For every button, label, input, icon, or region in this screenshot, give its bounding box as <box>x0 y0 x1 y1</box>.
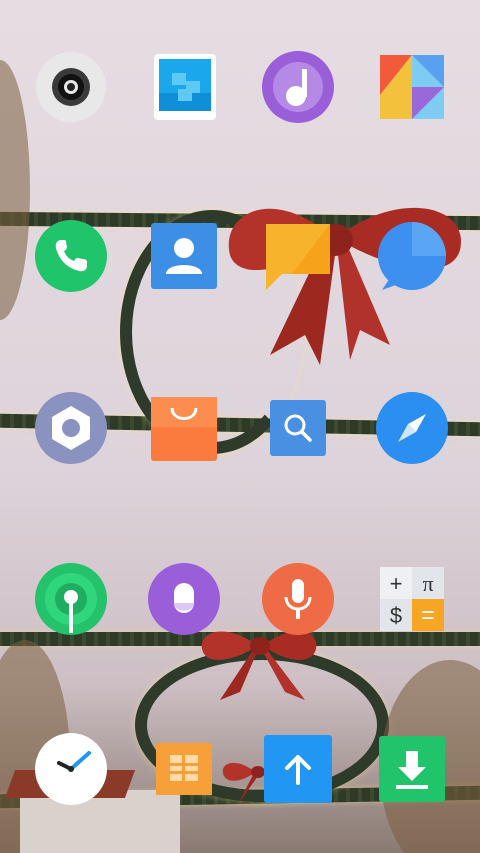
app-store-icon[interactable] <box>148 392 220 464</box>
settings-icon[interactable] <box>35 392 107 464</box>
browser-compass-icon[interactable] <box>376 392 448 464</box>
tree-left-top <box>0 60 30 320</box>
calc-plus-symbol: + <box>390 571 403 596</box>
notes-icon[interactable] <box>262 220 334 292</box>
updater-icon[interactable] <box>262 733 334 805</box>
contacts-icon[interactable] <box>148 220 220 292</box>
gallery-icon[interactable] <box>148 51 220 123</box>
hotspot-icon[interactable] <box>35 563 107 635</box>
music-icon[interactable] <box>262 51 334 123</box>
voice-assistant-icon[interactable] <box>148 563 220 635</box>
downloads-icon[interactable] <box>376 733 448 805</box>
calculator-icon[interactable]: + π $ = <box>376 563 448 635</box>
clock-icon[interactable] <box>35 733 107 805</box>
calc-pi-symbol: π <box>422 571 433 596</box>
messaging-icon[interactable] <box>376 220 448 292</box>
camera-icon[interactable] <box>35 51 107 123</box>
calc-dollar-symbol: $ <box>390 603 402 628</box>
calc-equals-symbol: = <box>421 602 435 629</box>
voice-recorder-icon[interactable] <box>262 563 334 635</box>
phone-icon[interactable] <box>35 220 107 292</box>
search-app-icon[interactable] <box>262 392 334 464</box>
themes-icon[interactable] <box>376 51 448 123</box>
file-manager-icon[interactable] <box>148 733 220 805</box>
